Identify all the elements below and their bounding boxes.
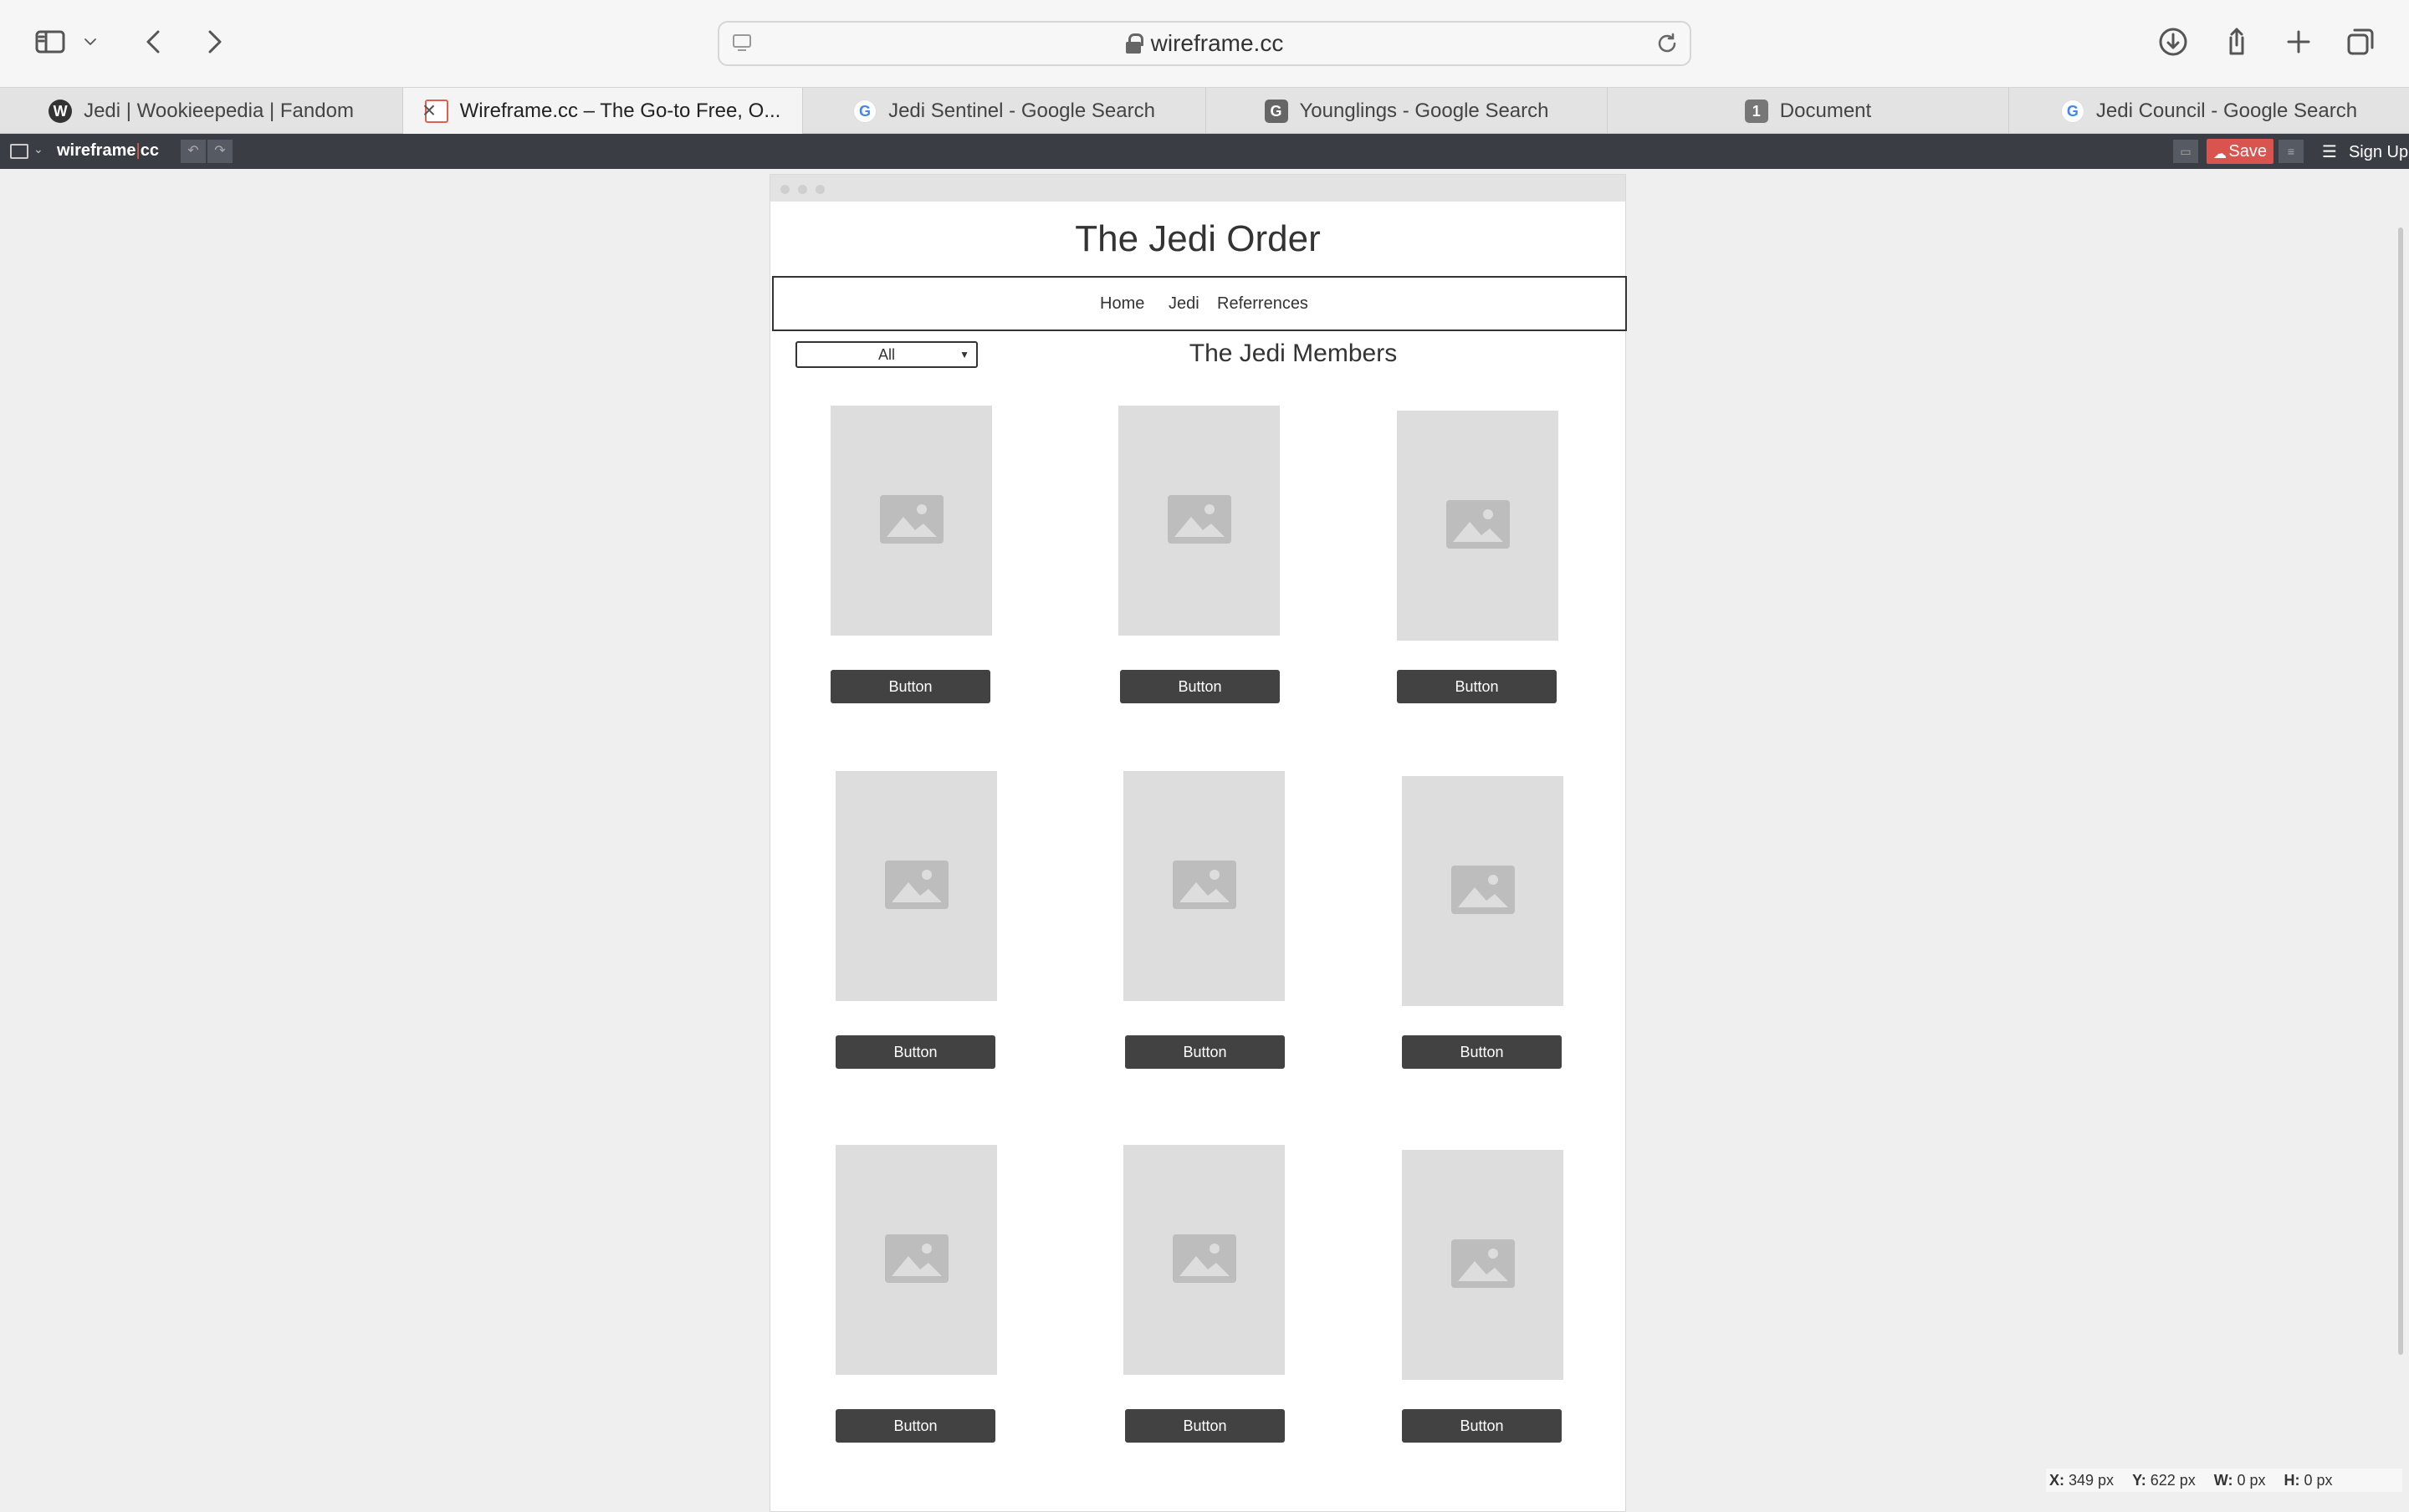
tab-wireframe[interactable]: × Wireframe.cc – The Go-to Free, O... [403,88,803,135]
tab-label: Jedi Council - Google Search [2095,100,2358,122]
tab-label: Wireframe.cc – The Go-to Free, O... [459,100,781,122]
save-button[interactable]: ☁ Save [2207,139,2273,164]
chevron-down-icon[interactable]: ⌄ [33,142,43,156]
nav-home[interactable]: Home [1100,294,1144,314]
image-placeholder[interactable] [836,1145,997,1375]
wireframe-canvas[interactable]: The Jedi Order Home Jedi Referrences All… [770,174,1627,1512]
number-1-icon: 1 [1744,100,1768,123]
wookieepedia-icon: W [49,100,73,123]
image-placeholder[interactable] [1402,1150,1563,1380]
wireframe-navbar: Home Jedi Referrences [772,276,1627,331]
card-button[interactable]: Button [836,1409,995,1443]
sidebar-icon[interactable] [30,22,70,62]
window-dot [780,185,790,194]
image-icon [885,1234,949,1283]
scrollbar[interactable] [2398,227,2403,1355]
tab-label: Younglings - Google Search [1299,100,1549,122]
image-placeholder[interactable] [1397,411,1558,641]
cloud-icon: ☁ [2213,147,2227,161]
h-value: 0 px [2304,1471,2333,1489]
browser-toolbar: wireframe.cc [0,0,2409,87]
image-icon [1451,866,1515,914]
undo-icon[interactable]: ↶ [181,140,206,163]
reload-icon[interactable] [1655,31,1680,56]
window-dot [816,185,825,194]
new-tab-icon[interactable] [2279,22,2319,62]
tab-wookieepedia[interactable]: W Jedi | Wookieepedia | Fandom [0,88,403,135]
card-button[interactable]: Button [1402,1409,1562,1443]
address-bar[interactable]: wireframe.cc [718,21,1691,66]
card-button[interactable]: Button [1125,1035,1285,1069]
g-icon: G [1264,100,1288,123]
image-icon [1168,495,1231,544]
tab-label: Document [1779,100,1872,122]
tab-document[interactable]: 1 Document [1608,88,2009,135]
image-placeholder[interactable] [1123,1145,1285,1375]
tab-younglings[interactable]: G Younglings - Google Search [1206,88,1608,135]
close-icon[interactable]: × [418,99,440,122]
google-icon: G [2060,100,2084,123]
card-button[interactable]: Button [1397,670,1557,703]
card-button[interactable]: Button [1120,670,1280,703]
card-button[interactable]: Button [831,670,990,703]
back-icon[interactable] [134,22,174,62]
comment-icon[interactable]: ▭ [2173,140,2198,163]
forward-icon[interactable] [194,22,234,62]
app-bar: ⌄ wireframe|cc ↶ ↷ ▭ ☁ Save ≡ ☰ Sign Up [0,134,2409,169]
coordinates-readout: X: 349 px Y: 622 px W: 0 px H: 0 px [2046,1469,2402,1492]
card-button[interactable]: Button [836,1035,995,1069]
lock-icon [1125,33,1143,54]
image-placeholder[interactable] [1118,406,1280,636]
image-icon [885,861,949,909]
dropdown-arrow-icon: ▼ [959,349,969,360]
share-icon[interactable] [2217,22,2257,62]
address-text: wireframe.cc [1150,30,1284,56]
tab-bar: W Jedi | Wookieepedia | Fandom × Wirefra… [0,87,2409,135]
tab-label: Jedi Sentinel - Google Search [888,100,1155,122]
image-icon [1173,1234,1236,1283]
menu-icon: ☰ [2322,143,2337,161]
image-placeholder[interactable] [836,771,997,1001]
tab-overview-icon[interactable] [2340,22,2381,62]
card-button[interactable]: Button [1402,1035,1562,1069]
settings-icon[interactable]: ≡ [2279,140,2304,163]
x-value: 349 px [2069,1471,2115,1489]
chevron-down-icon[interactable] [77,22,104,62]
page-title: The Jedi Order [1075,218,1321,259]
frame-titlebar [770,175,1625,202]
sign-up-button[interactable]: ☰ Sign Up [2322,141,2408,162]
window-icon[interactable] [10,144,28,159]
window-dot [798,185,807,194]
download-icon[interactable] [2153,22,2193,62]
tab-jedi-sentinel[interactable]: G Jedi Sentinel - Google Search [803,88,1206,135]
app-logo[interactable]: wireframe|cc [57,141,159,161]
image-icon [880,495,944,544]
tab-jedi-council[interactable]: G Jedi Council - Google Search [2009,88,2409,135]
nav-jedi[interactable]: Jedi [1169,294,1199,314]
nav-references[interactable]: Referrences [1217,294,1308,314]
image-icon [1446,500,1510,549]
tab-label: Jedi | Wookieepedia | Fandom [84,100,354,122]
image-icon [1451,1239,1515,1288]
w-value: 0 px [2237,1471,2266,1489]
image-placeholder[interactable] [1123,771,1285,1001]
image-placeholder[interactable] [831,406,992,636]
section-title: The Jedi Members [1189,340,1398,367]
google-icon: G [853,100,877,123]
filter-dropdown[interactable]: All ▼ [795,341,978,368]
y-value: 622 px [2150,1471,2196,1489]
image-placeholder[interactable] [1402,776,1563,1006]
image-icon [1173,861,1236,909]
redo-icon[interactable]: ↷ [207,140,233,163]
card-button[interactable]: Button [1125,1409,1285,1443]
